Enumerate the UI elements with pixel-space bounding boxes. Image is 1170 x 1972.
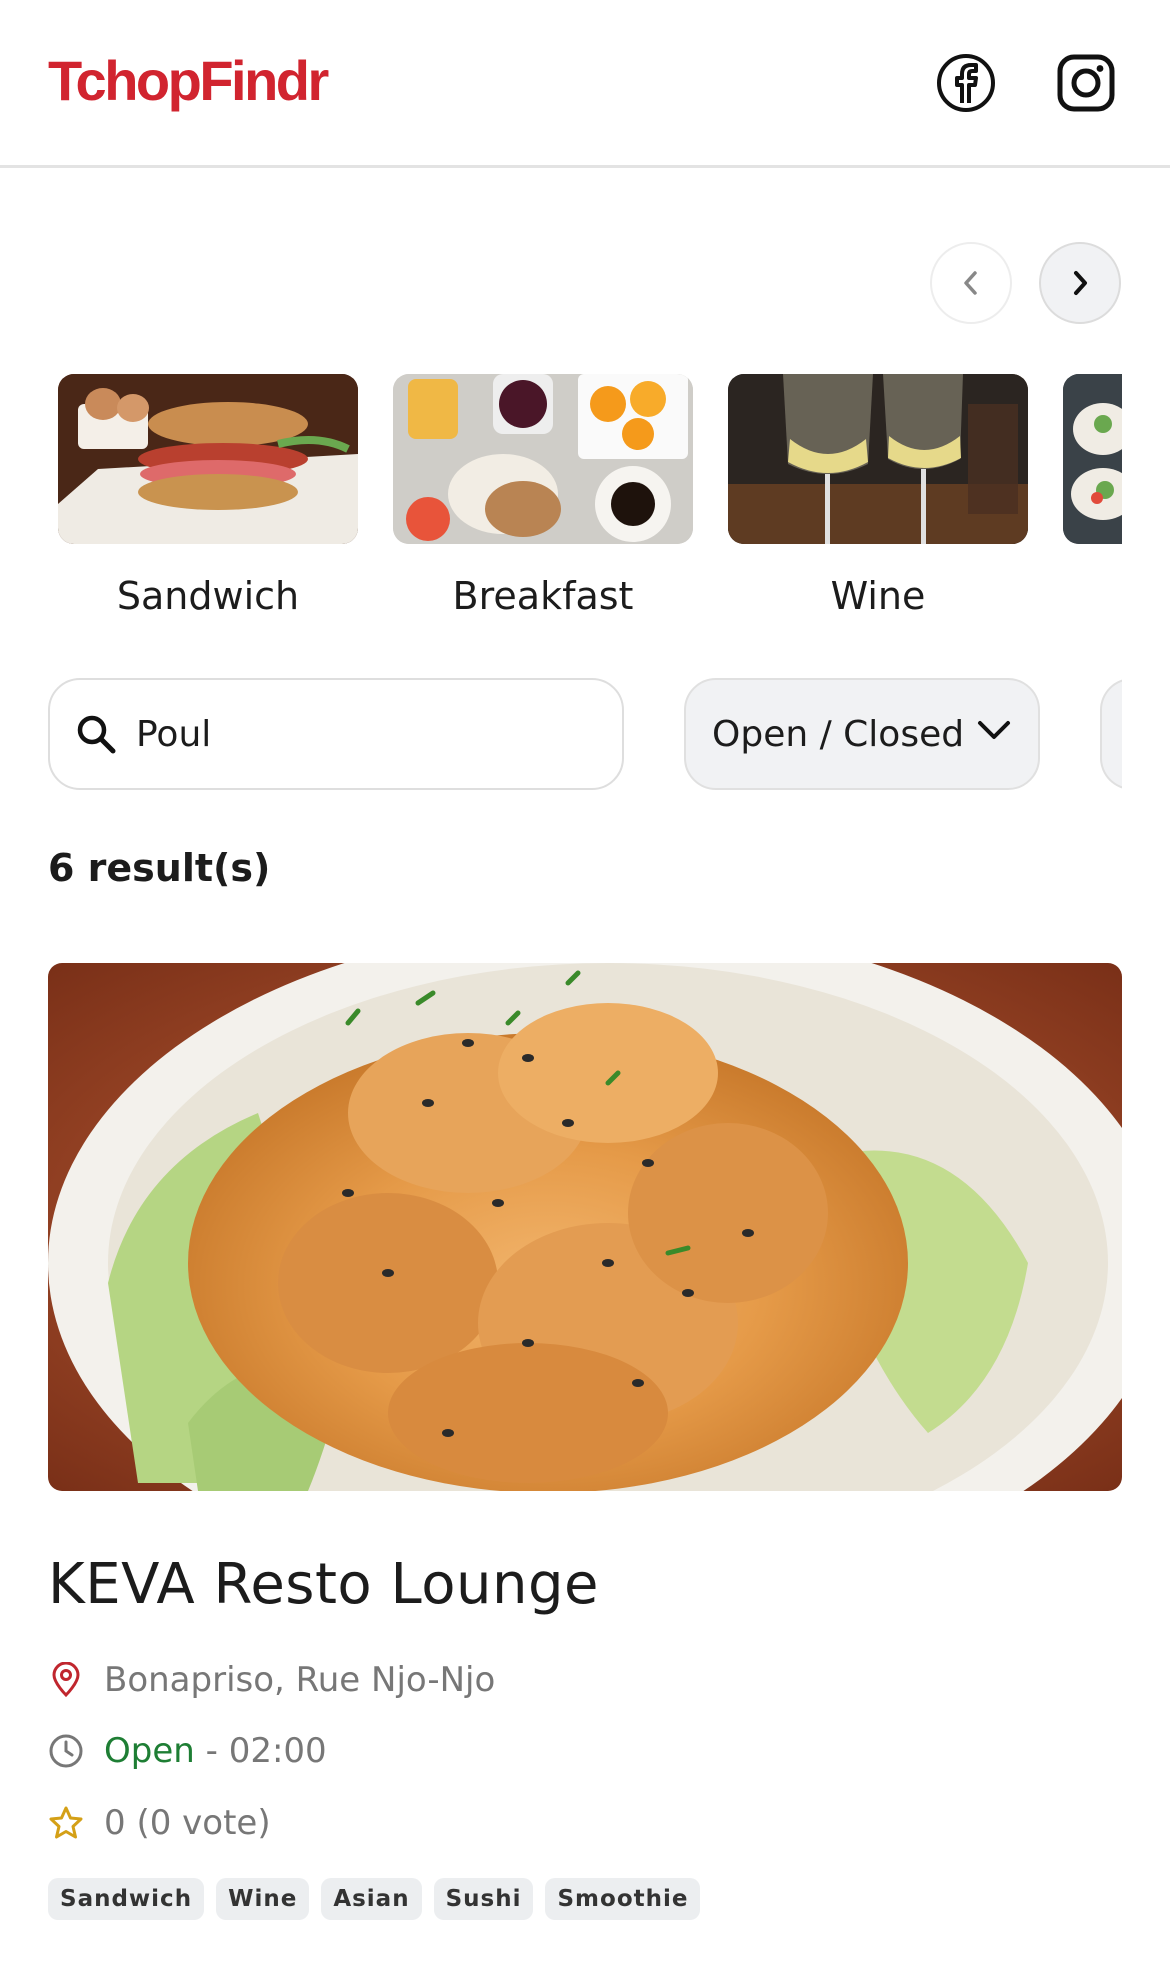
carousel-next-button[interactable] (1039, 242, 1121, 324)
carousel-prev-button[interactable] (930, 242, 1012, 324)
facebook-icon[interactable] (935, 52, 997, 114)
category-item-wine[interactable]: Wine (728, 374, 1028, 618)
category-label: Sandwich (116, 574, 300, 618)
category-image-wine (728, 374, 1028, 544)
tag-sushi[interactable]: Sushi (433, 1878, 534, 1920)
category-label: Wine (830, 574, 926, 618)
open-closed-select[interactable]: Open / Closed (684, 678, 1040, 790)
tag-wine[interactable]: Wine (216, 1878, 310, 1920)
chevron-down-icon (978, 721, 1010, 739)
restaurant-address-text: Bonapriso, Rue Njo-Njo (104, 1660, 496, 1700)
category-image-sushi (1063, 374, 1122, 544)
tag-sandwich[interactable]: Sandwich (48, 1878, 205, 1920)
restaurant-rating: 0 (0 vote) (48, 1803, 271, 1843)
search-icon (74, 712, 118, 756)
category-item-sushi[interactable] (1063, 374, 1122, 574)
closing-time: - 02:00 (194, 1731, 327, 1771)
category-label: Breakfast (452, 574, 634, 618)
tag-asian[interactable]: Asian (321, 1878, 422, 1920)
category-carousel: Sandwich Breakfast Wine (58, 374, 1122, 634)
results-count: 6 result(s) (48, 846, 271, 890)
category-item-sandwich[interactable]: Sandwich (58, 374, 358, 618)
category-image-sandwich (58, 374, 358, 544)
category-image-breakfast (393, 374, 693, 544)
search-input[interactable] (136, 713, 576, 755)
open-status: Open (104, 1731, 195, 1771)
restaurant-hours: Open - 02:00 (48, 1731, 327, 1771)
restaurant-image[interactable] (48, 963, 1122, 1491)
map-pin-icon (48, 1662, 84, 1698)
open-closed-select-label: Open / Closed (712, 713, 965, 755)
filter-row-edge (1122, 660, 1170, 810)
clock-icon (48, 1733, 84, 1769)
restaurant-name[interactable]: KEVA Resto Lounge (48, 1552, 599, 1617)
chevron-right-icon (1074, 271, 1087, 295)
logo[interactable]: TchopFindr (48, 48, 329, 113)
tag-smoothie[interactable]: Smoothie (545, 1878, 701, 1920)
app-header: TchopFindr (0, 0, 1170, 168)
restaurant-address: Bonapriso, Rue Njo-Njo (48, 1660, 495, 1700)
instagram-icon[interactable] (1055, 52, 1117, 114)
restaurant-tags: Sandwich Wine Asian Sushi Smoothie (48, 1878, 701, 1920)
category-item-breakfast[interactable]: Breakfast (393, 374, 693, 618)
star-icon (48, 1805, 84, 1841)
search-box[interactable] (48, 678, 624, 790)
chevron-left-icon (964, 271, 977, 295)
rating-text: 0 (0 vote) (104, 1803, 271, 1843)
